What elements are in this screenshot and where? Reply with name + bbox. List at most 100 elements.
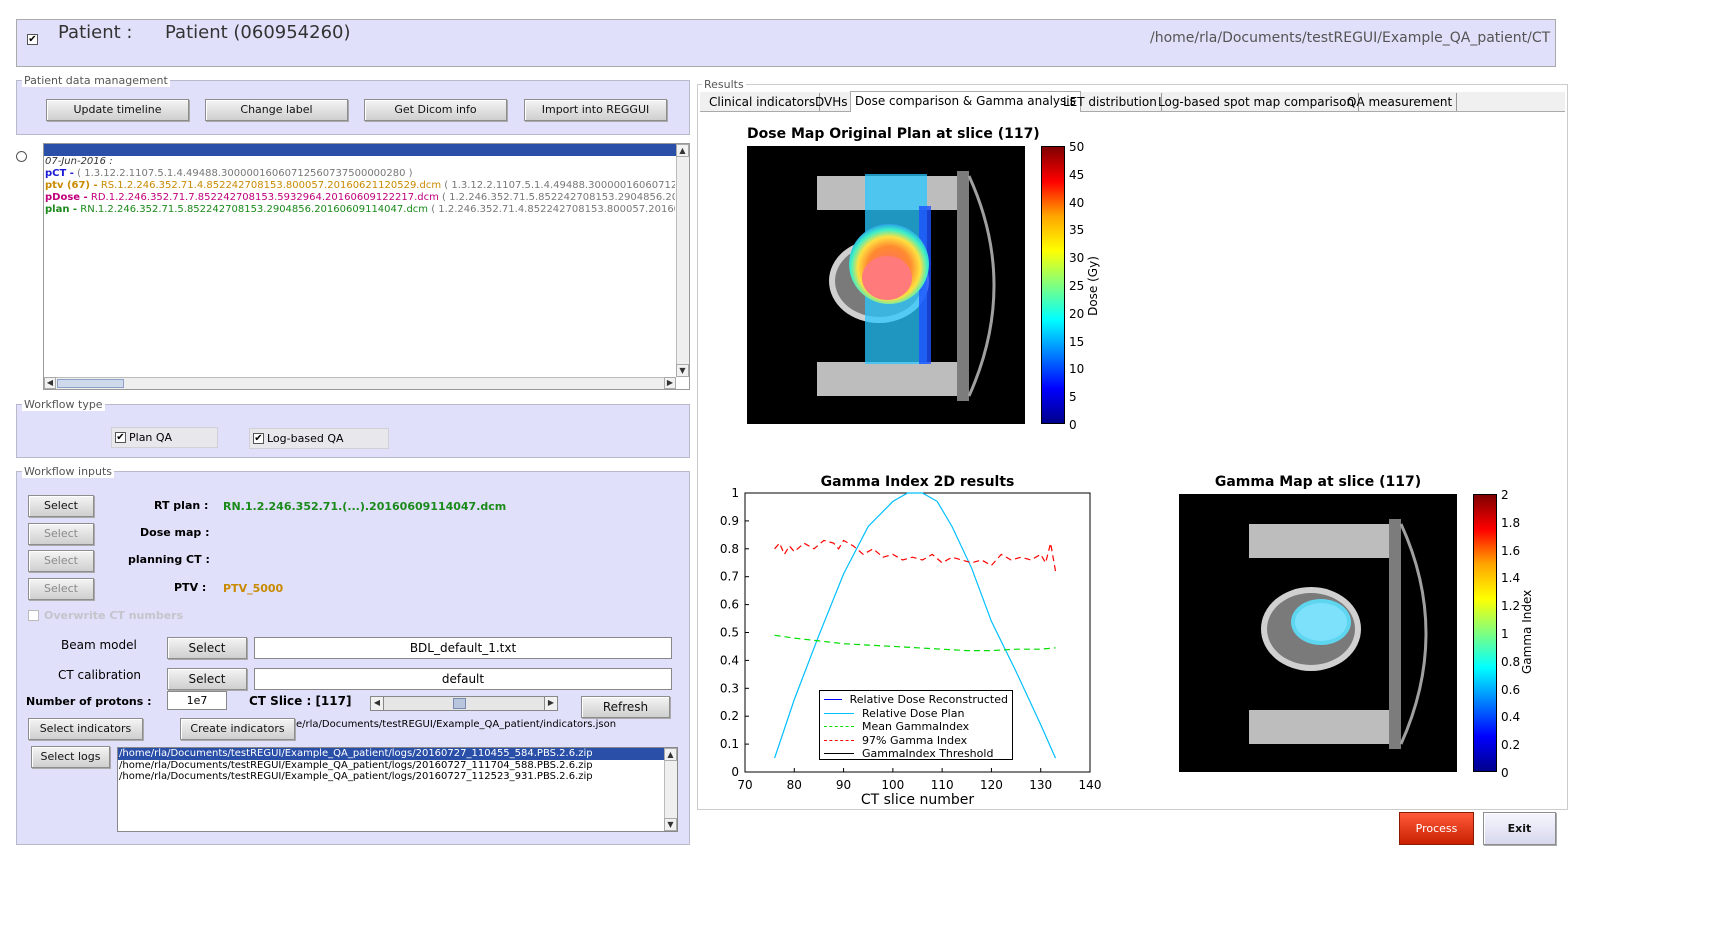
colorbar-tick: 50: [1069, 140, 1085, 154]
log-based-qa-checkbox[interactable]: ✔: [253, 433, 264, 444]
gamma-map-image[interactable]: [1179, 494, 1457, 772]
x-tick-label: 140: [1079, 778, 1102, 792]
select-beam-model-button[interactable]: Select: [167, 637, 247, 659]
scroll-down-icon[interactable]: ▼: [676, 364, 689, 377]
colorbar-tick: 0.8: [1501, 654, 1521, 669]
scroll-left-icon[interactable]: ◀: [44, 377, 56, 389]
hscroll-thumb[interactable]: [57, 379, 124, 388]
y-tick-label: 0.1: [720, 737, 739, 751]
legend-item: Relative Dose Reconstructed: [824, 693, 1008, 707]
tree-row[interactable]: pCT - ( 1.3.12.2.1107.5.1.4.49488.300000…: [45, 168, 675, 180]
colorbar-tick: 45: [1069, 167, 1085, 182]
select-planning-ct-button[interactable]: Select: [28, 550, 94, 572]
colorbar-tick: 1.8: [1501, 515, 1521, 530]
ct-calibration-field[interactable]: default: [254, 668, 672, 690]
patient-tree[interactable]: 07-Jun-2016 : pCT - ( 1.3.12.2.1107.5.1.…: [43, 143, 690, 390]
slider-right-icon[interactable]: ▶: [544, 697, 557, 710]
slider-left-icon[interactable]: ◀: [371, 697, 384, 710]
colorbar-tick: 30: [1069, 251, 1085, 266]
tab-dvhs[interactable]: DVHs: [811, 93, 853, 111]
scroll-up-icon[interactable]: ▲: [664, 748, 677, 761]
legend-item: Mean GammaIndex: [824, 720, 1008, 734]
y-tick-label: 0.9: [720, 514, 739, 528]
tree-radio[interactable]: [16, 151, 27, 162]
y-tick-label: 0.6: [720, 598, 739, 612]
plan-qa-checkbox[interactable]: ✔: [115, 432, 126, 443]
x-tick-label: 100: [881, 778, 904, 792]
colorbar-tick: 0: [1069, 418, 1077, 432]
indicators-path: e/rla/Documents/testREGUI/Example_QA_pat…: [296, 719, 617, 730]
tab-log-based-spot-map[interactable]: Log-based spot map comparison: [1154, 93, 1360, 111]
log-item[interactable]: /home/rla/Documents/testREGUI/Example_QA…: [119, 760, 593, 771]
select-logs-button[interactable]: Select logs: [31, 746, 110, 768]
gamma-map-title: Gamma Map at slice (117): [1214, 474, 1422, 490]
patient-name: Patient (060954260): [165, 22, 351, 43]
legend-label: 97% Gamma Index: [862, 733, 968, 747]
colorbar-tick: 20: [1069, 306, 1085, 321]
dose-map-label: Dose map :: [140, 526, 210, 539]
patient-checkbox[interactable]: ✔: [27, 34, 38, 45]
tree-row[interactable]: ptv (67) - RS.1.2.246.352.71.4.852242708…: [45, 180, 675, 192]
create-indicators-button[interactable]: Create indicators: [180, 718, 295, 740]
y-tick-label: 0.2: [720, 709, 739, 723]
select-dose-map-button[interactable]: Select: [28, 523, 94, 545]
colorbar-tick: 1.2: [1501, 599, 1521, 614]
tab-clinical-indicators[interactable]: Clinical indicators: [705, 93, 821, 111]
slider-thumb[interactable]: [453, 698, 466, 709]
tree-selected-row: [44, 144, 676, 156]
gamma-index-chart[interactable]: 70 80 90 100 110 120 130 140 0 0.1 0.2 0.3 0.4 0.5 0.6…: [712, 485, 1112, 810]
colorbar-tick: 15: [1069, 334, 1085, 349]
x-tick-label: 80: [787, 778, 802, 792]
colorbar-tick: 1.4: [1501, 571, 1521, 586]
log-based-qa-option[interactable]: ✔ Log-based QA: [249, 428, 389, 449]
tree-row[interactable]: plan - RN.1.2.246.352.71.5.852242708153.…: [45, 204, 675, 216]
plan-qa-label: Plan QA: [129, 431, 173, 444]
scroll-up-icon[interactable]: ▲: [676, 144, 689, 157]
y-tick-label: 0.3: [720, 681, 739, 695]
y-tick-label: 0.8: [720, 542, 739, 556]
ptv-value: PTV_5000: [223, 582, 284, 595]
tab-dose-comparison[interactable]: Dose comparison & Gamma analysis: [850, 91, 1081, 112]
update-timeline-button[interactable]: Update timeline: [46, 99, 189, 121]
select-ptv-button[interactable]: Select: [28, 578, 94, 600]
dose-colorbar: [1041, 146, 1065, 424]
y-tick-label: 0.7: [720, 570, 739, 584]
beam-model-field[interactable]: BDL_default_1.txt: [254, 637, 672, 659]
tab-qa-measurement[interactable]: QA measurement: [1343, 93, 1458, 111]
select-rt-plan-button[interactable]: Select: [28, 495, 94, 517]
tree-vscroll[interactable]: [676, 144, 689, 377]
x-tick-label: 70: [737, 778, 752, 792]
dose-colorbar-label: Dose (Gy): [1086, 256, 1100, 316]
dose-map-image[interactable]: [747, 146, 1025, 424]
ct-slice-slider[interactable]: ◀ ▶: [370, 696, 558, 711]
tree-hscroll[interactable]: [44, 377, 676, 389]
overwrite-ct-checkbox[interactable]: [28, 610, 39, 621]
plan-qa-option[interactable]: ✔ Plan QA: [111, 427, 218, 448]
refresh-button[interactable]: Refresh: [581, 696, 670, 718]
tab-let-distribution[interactable]: LET distribution: [1059, 93, 1162, 111]
legend-item: Relative Dose Plan: [824, 707, 1008, 721]
get-dicom-info-button[interactable]: Get Dicom info: [364, 99, 507, 121]
change-label-button[interactable]: Change label: [205, 99, 348, 121]
log-item[interactable]: /home/rla/Documents/testREGUI/Example_QA…: [119, 771, 593, 782]
logs-list[interactable]: /home/rla/Documents/testREGUI/Example_QA…: [117, 747, 678, 832]
select-ct-calibration-button[interactable]: Select: [167, 668, 247, 690]
process-button[interactable]: Process: [1399, 812, 1474, 845]
colorbar-tick: 2: [1501, 488, 1509, 502]
log-item[interactable]: /home/rla/Documents/testREGUI/Example_QA…: [119, 748, 593, 760]
legend-swatch: [824, 753, 854, 755]
select-indicators-button[interactable]: Select indicators: [28, 718, 143, 740]
scroll-right-icon[interactable]: ▶: [664, 377, 676, 389]
gamma-chart-legend: Relative Dose Reconstructed Relative Dose…: [819, 690, 1013, 760]
y-tick-label: 1: [731, 486, 739, 500]
exit-button[interactable]: Exit: [1483, 812, 1556, 845]
protons-label: Number of protons :: [26, 695, 152, 708]
panel-title: Workflow type: [22, 398, 105, 411]
protons-field[interactable]: 1e7: [167, 691, 227, 710]
tree-row[interactable]: pDose - RD.1.2.246.352.71.7.852242708153…: [45, 192, 675, 204]
import-into-reggui-button[interactable]: Import into REGGUI: [524, 99, 667, 121]
scroll-down-icon[interactable]: ▼: [664, 818, 677, 831]
gamma-colorbar-label: Gamma Index: [1520, 589, 1534, 674]
panel-title: Patient data management: [22, 74, 170, 87]
panel-title: Results: [702, 78, 746, 91]
